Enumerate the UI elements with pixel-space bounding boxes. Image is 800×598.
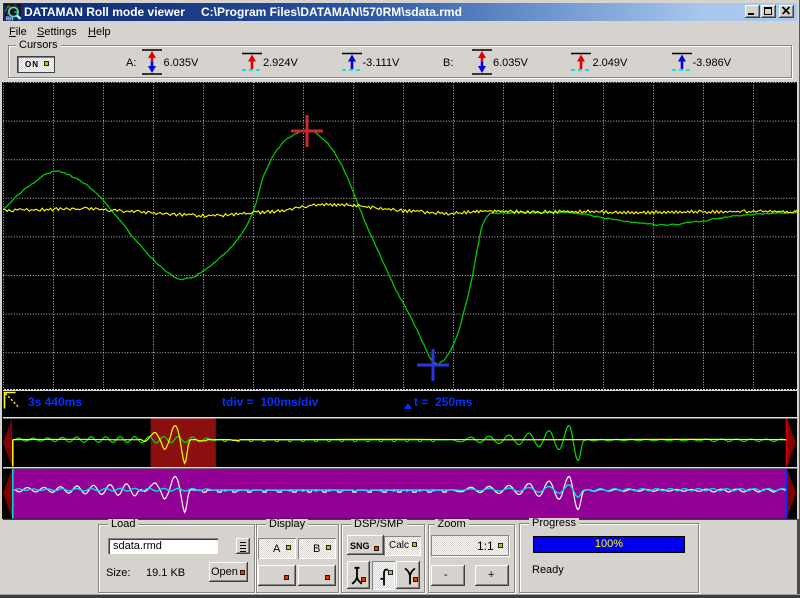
svg-text:Rn: Rn bbox=[6, 17, 14, 22]
